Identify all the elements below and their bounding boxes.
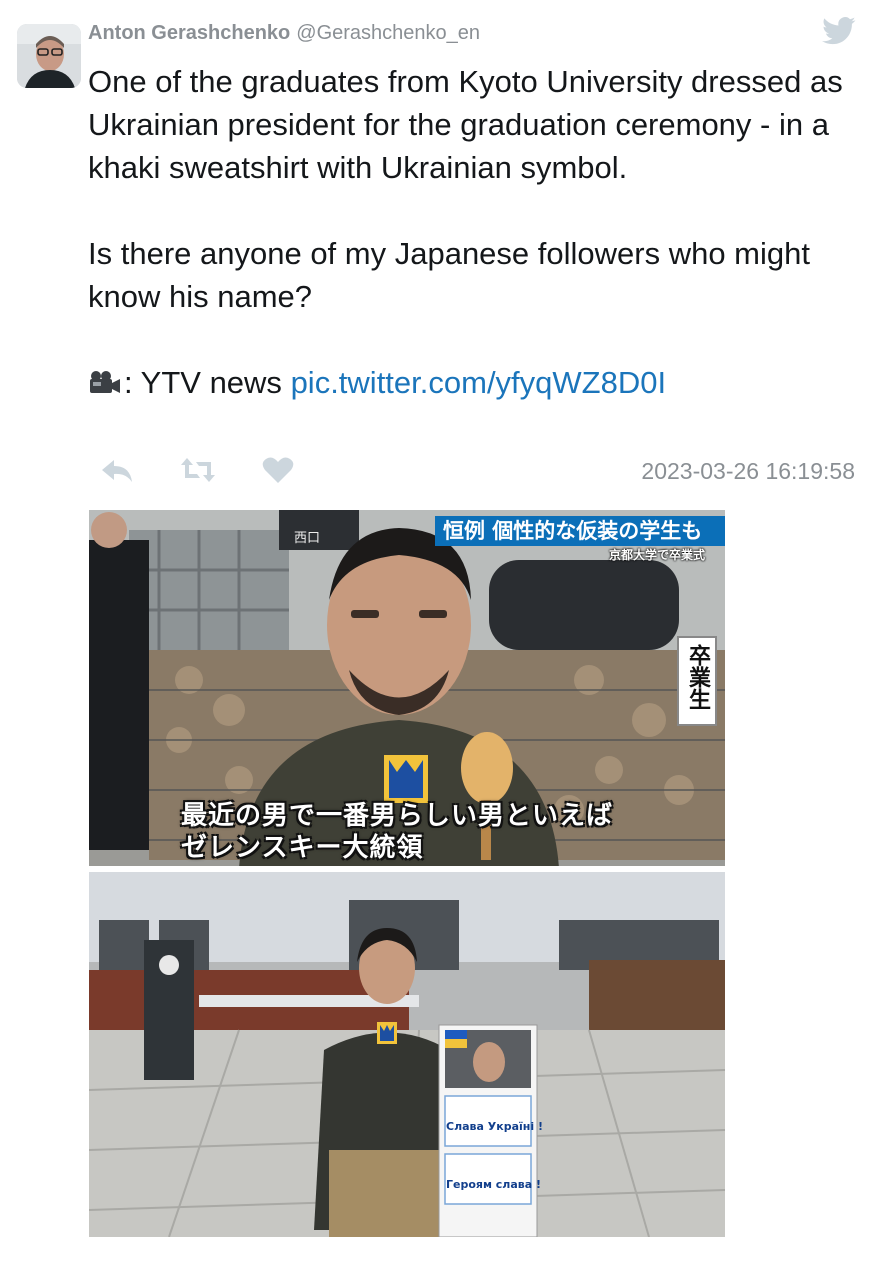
tv-headline-banner: 恒例 個性的な仮装の学生も	[435, 516, 725, 546]
sign-text-2: Героям слава !	[446, 1178, 542, 1191]
svg-text:西口: 西口	[294, 531, 320, 546]
tweet-header: Anton Gerashchenko @Gerashchenko_en	[88, 20, 480, 46]
graduate-label-text: 卒業生	[685, 644, 710, 710]
tweet-timestamp[interactable]: 2023-03-26 16:19:58	[641, 458, 855, 485]
graduate-label: 卒業生	[677, 636, 717, 726]
heart-icon[interactable]	[262, 456, 294, 484]
subtitle-line-1: 最近の男で一番男らしい男といえば	[181, 801, 614, 831]
subtitle-line-2: ゼレンスキー大統領	[181, 833, 424, 863]
tweet-credit-line: : YTV news pic.twitter.com/yfyqWZ8D0I	[88, 361, 858, 404]
credit-text: : YTV news	[124, 365, 291, 400]
author-name[interactable]: Anton Gerashchenko	[88, 22, 290, 45]
video-camera-icon	[90, 371, 120, 393]
tweet-media[interactable]: 西口 恒例 個性的な仮装の学生も 京都大学で卒業式 卒業生 最近の男で一番男らし…	[89, 510, 725, 1237]
sign-text-1: Слава Україні !	[446, 1120, 543, 1133]
reply-icon[interactable]	[100, 456, 134, 484]
author-avatar[interactable]	[17, 24, 81, 88]
tweet-actions	[100, 456, 294, 484]
twitter-bird-icon[interactable]	[822, 16, 856, 46]
tweet-paragraph: One of the graduates from Kyoto Universi…	[88, 64, 843, 185]
tweet-text: One of the graduates from Kyoto Universi…	[88, 60, 858, 404]
retweet-icon[interactable]	[180, 456, 216, 484]
tv-subheading: 京都大学で卒業式	[609, 548, 706, 562]
media-photo: 西口	[89, 510, 725, 1237]
tweet-paragraph: Is there anyone of my Japanese followers…	[88, 236, 810, 314]
author-handle[interactable]: @Gerashchenko_en	[296, 22, 480, 45]
media-link[interactable]: pic.twitter.com/yfyqWZ8D0I	[291, 365, 667, 400]
